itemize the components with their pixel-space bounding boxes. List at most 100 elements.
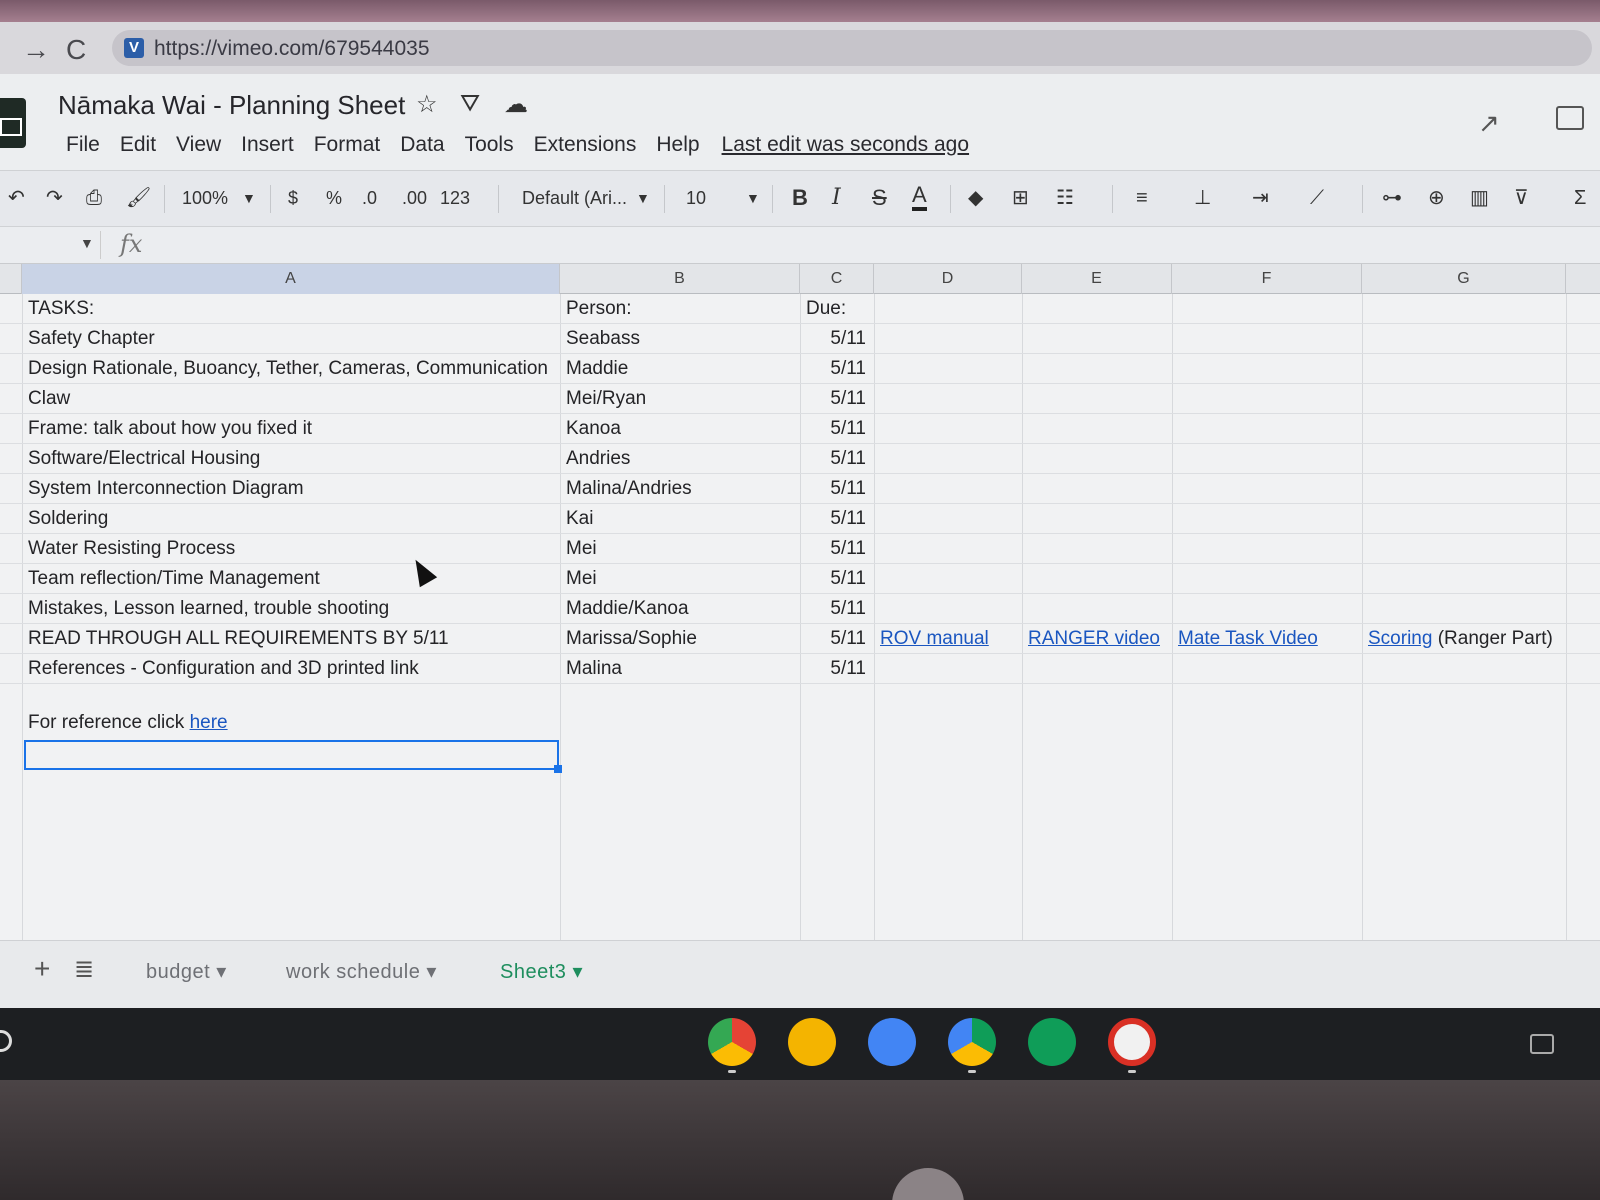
menu-help[interactable]: Help bbox=[646, 130, 709, 160]
cell-c[interactable]: 5/11 bbox=[800, 324, 874, 354]
activity-trend-icon[interactable]: ↗ bbox=[1478, 108, 1500, 139]
comments-icon[interactable] bbox=[1556, 106, 1584, 130]
cell-c[interactable]: 5/11 bbox=[800, 504, 874, 534]
font-size-caret-icon[interactable]: ▼ bbox=[746, 183, 760, 213]
increase-decimal-button[interactable]: .00 bbox=[402, 183, 427, 213]
cell-a[interactable]: References - Configuration and 3D printe… bbox=[22, 654, 560, 684]
menu-file[interactable]: File bbox=[56, 130, 110, 160]
slides-icon[interactable] bbox=[788, 1018, 836, 1066]
drive-icon[interactable] bbox=[948, 1018, 996, 1066]
currency-format-button[interactable]: $ bbox=[288, 183, 298, 213]
menu-tools[interactable]: Tools bbox=[455, 130, 524, 160]
decrease-decimal-button[interactable]: .0 bbox=[362, 183, 377, 213]
reload-icon[interactable]: C bbox=[66, 34, 86, 66]
cell-a[interactable]: Claw bbox=[22, 384, 560, 414]
undo-icon[interactable]: ↶ bbox=[8, 183, 25, 213]
sheet-tab-budget[interactable]: budget ▾ bbox=[146, 959, 227, 984]
sheets-logo-icon[interactable] bbox=[0, 98, 26, 148]
bold-button[interactable]: B bbox=[792, 183, 808, 213]
cell-c[interactable]: 5/11 bbox=[800, 564, 874, 594]
redo-icon[interactable]: ↷ bbox=[46, 183, 63, 213]
filter-icon[interactable]: ⊽ bbox=[1514, 183, 1529, 213]
last-edit-link[interactable]: Last edit was seconds ago bbox=[722, 130, 970, 160]
formula-bar[interactable]: ▼ fx bbox=[0, 226, 1600, 264]
cell-b[interactable]: Mei/Ryan bbox=[560, 384, 800, 414]
forward-icon[interactable]: → bbox=[22, 34, 50, 66]
cell-a[interactable]: Safety Chapter bbox=[22, 324, 560, 354]
cell-a[interactable]: READ THROUGH ALL REQUIREMENTS BY 5/11 bbox=[22, 624, 560, 654]
text-rotation-icon[interactable]: ⟋ bbox=[1310, 183, 1324, 213]
column-header-e[interactable]: E bbox=[1022, 264, 1172, 294]
column-header-a[interactable]: A bbox=[22, 264, 560, 294]
menu-insert[interactable]: Insert bbox=[231, 130, 304, 160]
cell-a[interactable]: Design Rationale, Buoancy, Tether, Camer… bbox=[22, 354, 560, 384]
vertical-align-icon[interactable]: ⊥ bbox=[1194, 183, 1211, 213]
column-header-f[interactable]: F bbox=[1172, 264, 1362, 294]
sheet-tab-sheet3[interactable]: Sheet3 ▾ bbox=[500, 959, 583, 984]
menu-data[interactable]: Data bbox=[390, 130, 454, 160]
cell-b[interactable]: Person: bbox=[560, 294, 800, 324]
menu-extensions[interactable]: Extensions bbox=[524, 130, 647, 160]
paint-format-icon[interactable]: 🖌 bbox=[126, 183, 151, 213]
cell-b[interactable]: Maddie/Kanoa bbox=[560, 594, 800, 624]
rov-manual-link[interactable]: ROV manual bbox=[874, 624, 1022, 654]
fill-color-icon[interactable]: ◆ bbox=[968, 183, 983, 213]
strikethrough-button[interactable]: S bbox=[872, 183, 887, 213]
insert-link-icon[interactable]: ⊶ bbox=[1382, 183, 1402, 213]
cell-c[interactable]: 5/11 bbox=[800, 654, 874, 684]
column-header-b[interactable]: B bbox=[560, 264, 800, 294]
menu-edit[interactable]: Edit bbox=[110, 130, 166, 160]
document-title[interactable]: Nāmaka Wai - Planning Sheet bbox=[58, 90, 405, 121]
scoring-link[interactable]: Scoring bbox=[1368, 628, 1432, 649]
italic-button[interactable]: I bbox=[832, 183, 841, 213]
spreadsheet-grid[interactable]: A B C D E F G TASKS: Person: Due: Safety… bbox=[0, 264, 1600, 940]
cell-c[interactable]: 5/11 bbox=[800, 594, 874, 624]
cell-b[interactable]: Malina bbox=[560, 654, 800, 684]
cell-b[interactable]: Kai bbox=[560, 504, 800, 534]
cell-a[interactable]: Frame: talk about how you fixed it bbox=[22, 414, 560, 444]
cell-c[interactable]: 5/11 bbox=[800, 354, 874, 384]
move-to-drive-icon[interactable]: ⛛ bbox=[460, 90, 480, 118]
cell-g[interactable]: Scoring (Ranger Part) bbox=[1362, 624, 1566, 654]
cell-a[interactable]: Soldering bbox=[22, 504, 560, 534]
cell-b[interactable]: Mei bbox=[560, 564, 800, 594]
cell-a[interactable]: System Interconnection Diagram bbox=[22, 474, 560, 504]
cell-c[interactable]: 5/11 bbox=[800, 534, 874, 564]
url-text[interactable]: https://vimeo.com/679544035 bbox=[154, 37, 430, 61]
horizontal-align-icon[interactable]: ≡ bbox=[1136, 183, 1148, 213]
zoom-caret-icon[interactable]: ▼ bbox=[242, 183, 256, 213]
docs-icon[interactable] bbox=[868, 1018, 916, 1066]
reference-cell[interactable]: For reference click here bbox=[22, 708, 560, 738]
gmail-icon[interactable] bbox=[1108, 1018, 1156, 1066]
cell-b[interactable]: Seabass bbox=[560, 324, 800, 354]
select-all-corner[interactable] bbox=[0, 264, 22, 294]
cell-c[interactable]: 5/11 bbox=[800, 624, 874, 654]
insert-comment-icon[interactable]: ⊕ bbox=[1428, 183, 1445, 213]
launcher-icon[interactable] bbox=[0, 1030, 12, 1052]
percent-format-button[interactable]: % bbox=[326, 183, 342, 213]
column-header-g[interactable]: G bbox=[1362, 264, 1566, 294]
url-field[interactable]: V https://vimeo.com/679544035 bbox=[112, 30, 1592, 66]
cell-b[interactable]: Maddie bbox=[560, 354, 800, 384]
cell-a[interactable]: Team reflection/Time Management bbox=[22, 564, 560, 594]
menu-view[interactable]: View bbox=[166, 130, 231, 160]
cell-b[interactable]: Marissa/Sophie bbox=[560, 624, 800, 654]
cell-c[interactable]: 5/11 bbox=[800, 474, 874, 504]
text-wrap-icon[interactable]: ⇥ bbox=[1252, 183, 1269, 213]
more-formats-button[interactable]: 123 bbox=[440, 183, 470, 213]
cell-c[interactable]: 5/11 bbox=[800, 414, 874, 444]
cell-b[interactable]: Kanoa bbox=[560, 414, 800, 444]
print-icon[interactable]: ⎙ bbox=[86, 183, 102, 213]
column-header-c[interactable]: C bbox=[800, 264, 874, 294]
cell-c[interactable]: 5/11 bbox=[800, 384, 874, 414]
borders-icon[interactable]: ⊞ bbox=[1012, 183, 1029, 213]
cell-a[interactable]: Software/Electrical Housing bbox=[22, 444, 560, 474]
sheets-icon[interactable] bbox=[1028, 1018, 1076, 1066]
ranger-video-link[interactable]: RANGER video bbox=[1022, 624, 1172, 654]
functions-icon[interactable]: Σ bbox=[1574, 183, 1586, 213]
cell-c[interactable]: Due: bbox=[800, 294, 874, 324]
text-color-button[interactable]: A bbox=[912, 183, 927, 211]
selected-cell[interactable] bbox=[24, 740, 562, 773]
menu-format[interactable]: Format bbox=[304, 130, 391, 160]
cell-a[interactable]: TASKS: bbox=[22, 294, 560, 324]
